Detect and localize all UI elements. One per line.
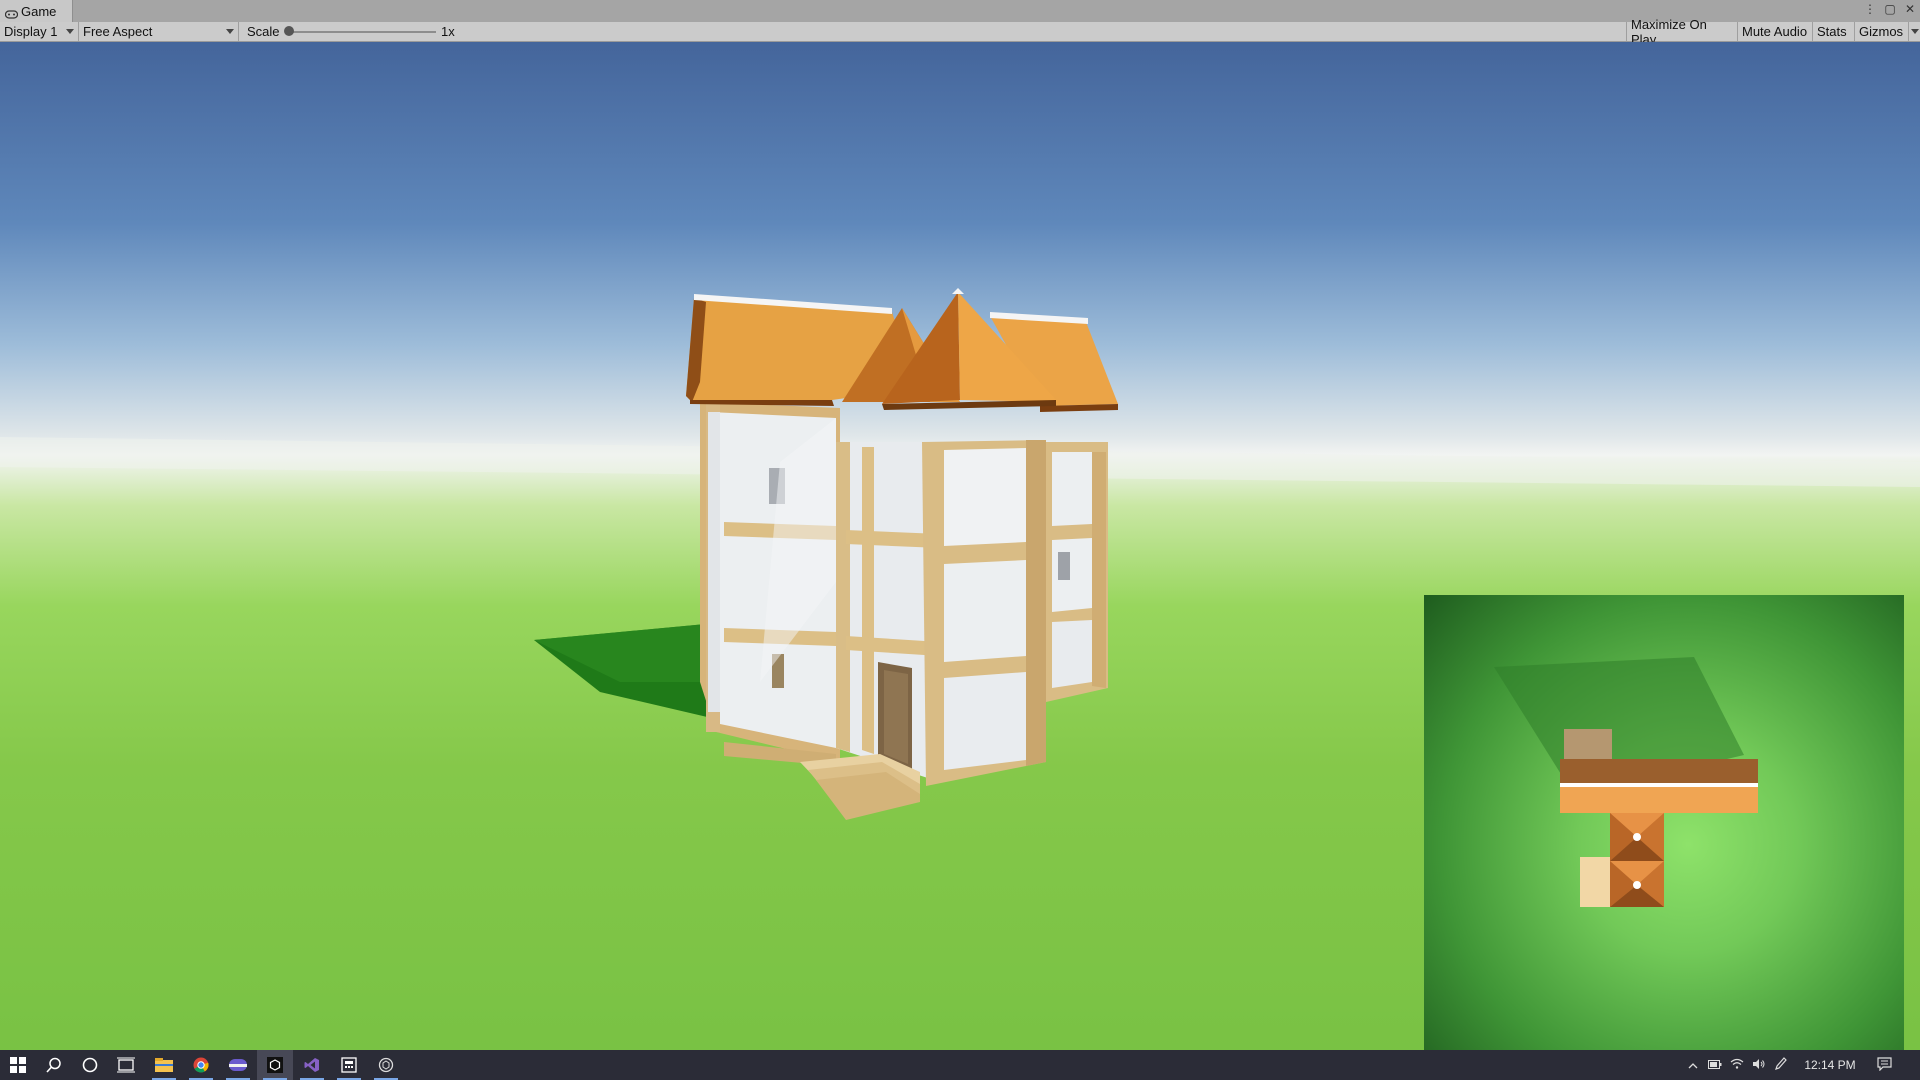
chevron-down-icon <box>1911 29 1919 34</box>
calculator-icon[interactable] <box>331 1050 367 1080</box>
volume-icon[interactable] <box>1748 1058 1770 1073</box>
left-wing <box>700 402 840 766</box>
front-steps <box>800 754 920 820</box>
roof <box>686 288 1118 412</box>
game-tab[interactable]: Game <box>0 0 73 22</box>
gizmos-button[interactable]: Gizmos <box>1854 22 1908 41</box>
chevron-down-icon <box>226 29 234 34</box>
display-label: Display 1 <box>4 24 58 39</box>
display-dropdown[interactable]: Display 1 <box>0 22 79 41</box>
minimap[interactable] <box>1424 595 1904 1050</box>
minimap-render <box>1494 657 1758 907</box>
pen-icon[interactable] <box>1770 1056 1792 1074</box>
maximize-icon[interactable]: ▢ <box>1884 2 1896 16</box>
close-icon[interactable]: ✕ <box>1904 2 1916 16</box>
front-tower <box>922 440 1046 786</box>
notification-icon[interactable] <box>1870 1056 1898 1074</box>
task-view-icon[interactable] <box>108 1050 144 1080</box>
aspect-label: Free Aspect <box>83 24 153 39</box>
stats-button[interactable]: Stats <box>1812 22 1854 41</box>
gamepad-icon <box>4 7 19 19</box>
scale-slider-handle[interactable] <box>284 26 294 36</box>
game-tab-label: Game <box>21 3 57 19</box>
wifi-icon[interactable] <box>1726 1058 1748 1072</box>
scale-label: Scale <box>247 24 280 39</box>
scale-value: 1x <box>441 24 455 39</box>
aspect-dropdown[interactable]: Free Aspect <box>79 22 239 41</box>
system-tray: 12:14 PM <box>1682 1050 1898 1080</box>
battery-icon[interactable] <box>1704 1058 1726 1072</box>
scale-slider-track[interactable] <box>288 31 436 33</box>
more-icon[interactable]: ⋮ <box>1864 2 1876 16</box>
mute-audio-button[interactable]: Mute Audio <box>1737 22 1812 41</box>
chevron-down-icon <box>66 29 74 34</box>
unity-game-window: Game ⋮ ▢ ✕ Display 1 Free Aspect Scale 1… <box>0 0 1920 1080</box>
app-icon[interactable] <box>220 1050 256 1080</box>
windows-start-icon[interactable] <box>0 1050 36 1080</box>
right-wing <box>1046 442 1108 702</box>
unity-icon[interactable] <box>257 1050 293 1080</box>
file-explorer-icon[interactable] <box>146 1050 182 1080</box>
windows-taskbar: 12:14 PM <box>0 1050 1920 1080</box>
game-viewport[interactable] <box>0 42 1920 1050</box>
maximize-on-play-button[interactable]: Maximize On Play <box>1626 17 1737 47</box>
search-icon[interactable] <box>36 1050 72 1080</box>
taskbar-clock[interactable]: 12:14 PM <box>1800 1058 1860 1072</box>
chevron-up-icon[interactable] <box>1682 1058 1704 1072</box>
game-toolbar: Display 1 Free Aspect Scale 1x Maximize … <box>0 17 1920 47</box>
cortana-icon[interactable] <box>72 1050 108 1080</box>
chrome-icon[interactable] <box>183 1050 219 1080</box>
visual-studio-icon[interactable] <box>294 1050 330 1080</box>
unity-hub-icon[interactable] <box>368 1050 404 1080</box>
gizmos-dropdown[interactable] <box>1908 22 1920 41</box>
